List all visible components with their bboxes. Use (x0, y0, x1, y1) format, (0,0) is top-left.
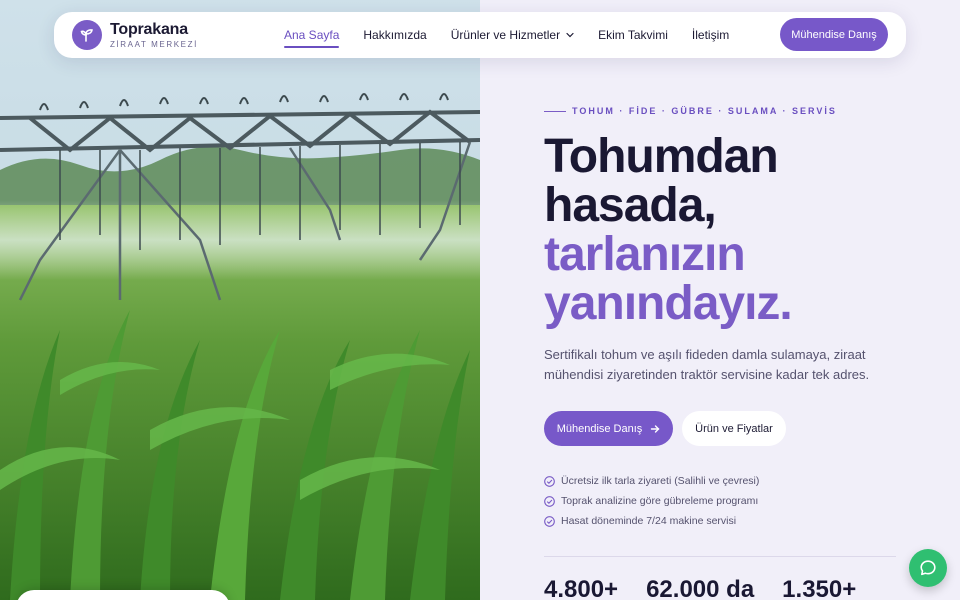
feature-text: Ücretsiz ilk tarla ziyareti (Salihli ve … (561, 475, 760, 487)
nav-link-about[interactable]: Hakkımızda (363, 28, 426, 42)
hero-image (0, 0, 480, 600)
feature-item: Hasat döneminde 7/24 makine servisi (544, 511, 759, 531)
check-circle-icon (544, 475, 555, 487)
products-prices-button[interactable]: Ürün ve Fiyatlar (682, 411, 786, 446)
headline-line-3: tarlanızın (544, 228, 746, 281)
hero-consult-label: Mühendise Danış (556, 422, 643, 435)
arrow-right-icon (650, 424, 660, 434)
nav-link-contact[interactable]: İletişim (692, 28, 729, 42)
feature-item: Toprak analizine göre gübreleme programı (544, 491, 759, 511)
hero-lead: Sertifikalı tohum ve aşılı fideden damla… (544, 347, 870, 382)
eyebrow-text: TOHUM · FİDE · GÜBRE · SULAMA · SERVİS (572, 106, 837, 116)
feature-item: Ücretsiz ilk tarla ziyareti (Salihli ve … (544, 471, 759, 491)
eyebrow: TOHUM · FİDE · GÜBRE · SULAMA · SERVİS (544, 106, 837, 116)
nav-link-home[interactable]: Ana Sayfa (284, 28, 340, 48)
nav-link-label: Hakkımızda (363, 28, 427, 42)
hero-headline: Tohumdan hasada, tarlanızın yanındayız. (544, 130, 793, 330)
eyebrow-line (544, 110, 566, 112)
stat-value: 4.800+ (544, 576, 619, 600)
image-caption-card (16, 590, 230, 600)
stats-row: 4.800+ 62.000 da 1.350+ (544, 576, 884, 600)
feature-list: Ücretsiz ilk tarla ziyareti (Salihli ve … (544, 471, 759, 531)
navbar: Toprakana ZİRAAT MERKEZİ Ana Sayfa Hakkı… (54, 12, 906, 58)
stats-divider (544, 556, 896, 557)
headline-line-2: hasada, (544, 179, 717, 232)
stat-value: 62.000 da (646, 576, 755, 600)
hero-consult-button[interactable]: Mühendise Danış (544, 411, 673, 446)
sprout-icon[interactable] (72, 20, 102, 50)
headline-line-4: yanındayız. (544, 277, 793, 330)
headline-line-1: Tohumdan (544, 130, 779, 183)
consult-engineer-button[interactable]: Mühendise Danış (780, 18, 888, 51)
chat-bubble-icon[interactable] (909, 549, 947, 587)
check-circle-icon (544, 515, 555, 527)
nav-link-calendar[interactable]: Ekim Takvimi (598, 28, 668, 42)
chevron-down-icon (566, 31, 574, 39)
nav-link-label: Ana Sayfa (284, 28, 340, 42)
brand-name[interactable]: Toprakana (110, 21, 188, 39)
nav-link-label: Ürünler ve Hizmetler (450, 28, 561, 42)
stat-value: 1.350+ (782, 576, 857, 600)
check-circle-icon (544, 495, 555, 507)
brand-subtitle: ZİRAAT MERKEZİ (110, 40, 198, 49)
nav-link-label: İletişim (691, 28, 730, 42)
nav-link-label: Ekim Takvimi (598, 28, 668, 42)
nav-link-products[interactable]: Ürünler ve Hizmetler (451, 28, 574, 42)
feature-text: Toprak analizine göre gübreleme programı (561, 495, 759, 507)
feature-text: Hasat döneminde 7/24 makine servisi (561, 515, 737, 527)
nav-links: Ana Sayfa Hakkımızda Ürünler ve Hizmetle… (284, 12, 753, 58)
